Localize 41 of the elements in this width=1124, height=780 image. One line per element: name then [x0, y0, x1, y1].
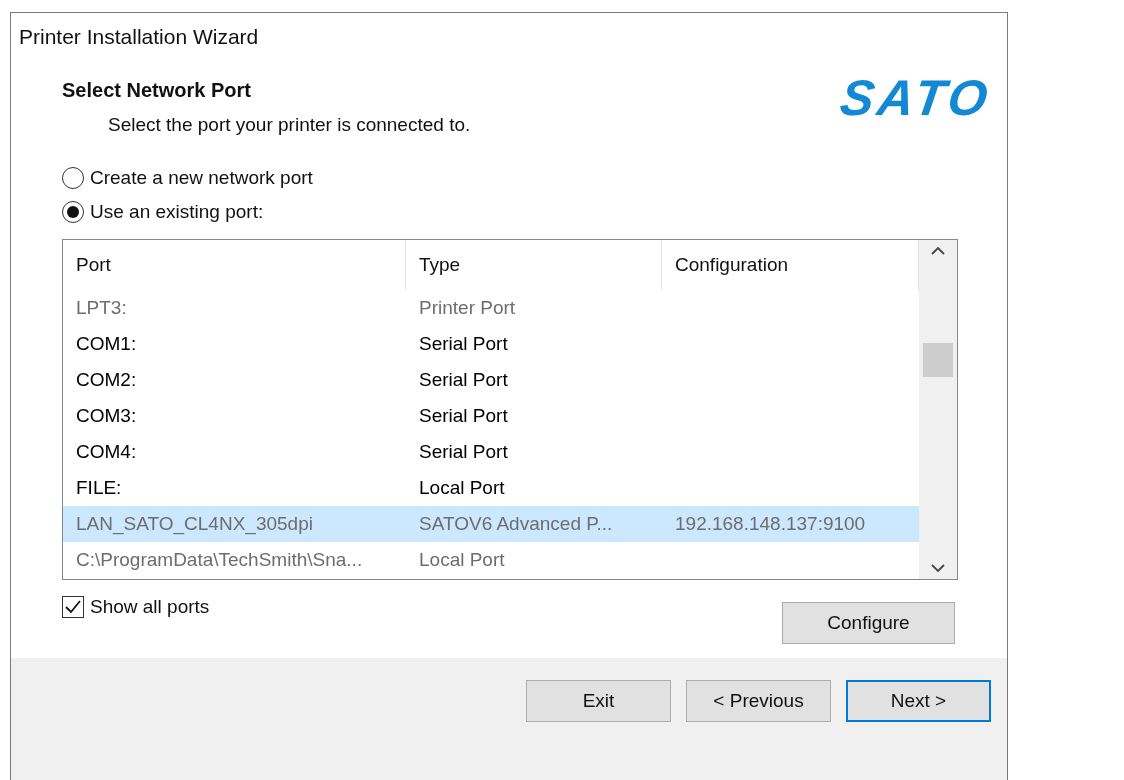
table-cell-text: LPT3:	[75, 297, 128, 319]
table-cell-text: COM1:	[75, 333, 138, 355]
wizard-button[interactable]: Exit	[526, 680, 671, 722]
radio-label[interactable]: Create a new network port	[90, 167, 313, 189]
port-row[interactable]: COM1: Serial Port	[63, 326, 919, 362]
checkbox[interactable]	[62, 596, 84, 618]
port-row[interactable]: COM2: Serial Port	[63, 362, 919, 398]
table-cell-text: LAN_SATO_CL4NX_305dpi	[75, 513, 314, 535]
wizard-button[interactable]: Next >	[846, 680, 991, 722]
table-cell-text: Serial Port	[418, 369, 509, 391]
table-cell-text: FILE:	[75, 477, 123, 499]
page-subtitle: Select the port your printer is connected to.	[108, 114, 471, 136]
table-cell-text: COM3:	[75, 405, 138, 427]
table-cell-text: Local Port	[418, 477, 506, 499]
table-cell-text: Printer Port	[418, 297, 517, 319]
window-title: Printer Installation Wizard	[18, 24, 260, 50]
column-header[interactable]: Type	[406, 240, 662, 290]
column-header[interactable]: Port	[63, 240, 406, 290]
table-cell-text: COM4:	[75, 441, 138, 463]
table-cell-text: Serial Port	[418, 333, 509, 355]
port-row[interactable]: COM4: Serial Port	[63, 434, 919, 470]
brand-logo: SATO	[835, 73, 995, 128]
scroll-thumb[interactable]	[923, 342, 953, 377]
checkbox-label[interactable]: Show all ports	[90, 596, 210, 618]
table-cell-text: Serial Port	[418, 441, 509, 463]
radio-label[interactable]: Use an existing port:	[90, 201, 264, 223]
table-cell-text: Serial Port	[418, 405, 509, 427]
port-row[interactable]: LPT3: Printer Port	[63, 290, 919, 326]
scrollbar[interactable]	[919, 240, 957, 579]
wizard-button[interactable]: < Previous	[686, 680, 831, 722]
table-cell-text: SATOV6 Advanced P...	[418, 513, 614, 535]
port-row[interactable]: COM3: Serial Port	[63, 398, 919, 434]
table-cell-text: Local Port	[418, 549, 506, 571]
table-cell-text: COM2:	[75, 369, 138, 391]
configure-button[interactable]: Configure	[782, 602, 955, 644]
port-row[interactable]: FILE: Local Port	[63, 470, 919, 506]
table-cell-text: 192.168.148.137:9100	[674, 513, 867, 535]
port-row[interactable]: LAN_SATO_CL4NX_305dpi SATOV6 Advanced P... 192.168.148.137:9100	[63, 506, 919, 542]
port-row[interactable]: C:\ProgramData\TechSmith\Sna... Local Port	[63, 542, 919, 578]
page-heading: Select Network Port	[62, 79, 252, 102]
table-cell-text: C:\ProgramData\TechSmith\Sna...	[75, 549, 364, 571]
